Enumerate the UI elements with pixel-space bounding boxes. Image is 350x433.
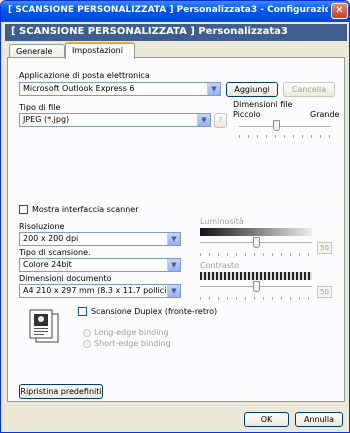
duplex-document-icon xyxy=(27,308,63,344)
file-type-label: Tipo di file xyxy=(19,103,61,112)
long-edge-radio[interactable] xyxy=(83,329,91,337)
file-size-track[interactable] xyxy=(239,126,331,128)
duplex-checkbox[interactable] xyxy=(78,307,87,316)
file-type-options-icon[interactable]: ? xyxy=(214,113,227,128)
show-scanner-interface-label: Mostra interfaccia scanner xyxy=(32,205,139,214)
scan-type-select[interactable]: Colore 24bit ▼ xyxy=(19,258,181,272)
short-edge-radio[interactable] xyxy=(83,340,91,348)
show-scanner-interface-checkbox[interactable] xyxy=(19,205,28,214)
file-type-value: JPEG (*.jpg) xyxy=(23,115,70,124)
add-button[interactable]: Aggiungi xyxy=(226,82,278,97)
document-size-value: A4 210 x 297 mm (8.3 x 11.7 pollici) xyxy=(23,286,170,295)
chevron-down-icon[interactable]: ▼ xyxy=(167,285,180,297)
duplex-label: Scansione Duplex (fronte-retro) xyxy=(91,307,218,316)
file-size-max-label: Grande xyxy=(310,110,340,119)
delete-button[interactable]: Cancella xyxy=(283,82,335,97)
chevron-down-icon[interactable]: ▼ xyxy=(207,83,220,95)
restore-defaults-button[interactable]: Ripristina predefiniti xyxy=(19,384,103,399)
file-type-select[interactable]: JPEG (*.jpg) ▼ xyxy=(19,113,211,127)
settings-panel: Applicazione di posta elettronica Micros… xyxy=(7,57,345,402)
email-app-value: Microsoft Outlook Express 6 xyxy=(23,84,135,93)
chevron-down-icon[interactable]: ▼ xyxy=(167,233,180,245)
contrast-slider-thumb[interactable] xyxy=(253,281,260,292)
document-size-label: Dimensioni documento xyxy=(19,274,112,283)
email-app-select[interactable]: Microsoft Outlook Express 6 ▼ xyxy=(19,82,221,96)
contrast-pattern xyxy=(200,272,312,280)
email-app-label: Applicazione di posta elettronica xyxy=(19,71,150,80)
brightness-label: Luminosità xyxy=(200,217,244,226)
profile-banner: [ SCANSIONE PERSONALIZZATA ] Personalizz… xyxy=(5,24,347,41)
title-bar[interactable]: [ SCANSIONE PERSONALIZZATA ] Personalizz… xyxy=(1,1,349,22)
chevron-down-icon[interactable]: ▼ xyxy=(167,259,180,271)
scan-type-value: Colore 24bit xyxy=(23,260,72,269)
divider xyxy=(19,196,335,197)
dialog-window: [ SCANSIONE PERSONALIZZATA ] Personalizz… xyxy=(0,0,350,433)
resolution-label: Risoluzione xyxy=(19,222,65,231)
resolution-select[interactable]: 200 x 200 dpi ▼ xyxy=(19,232,181,246)
tab-impostazioni[interactable]: Impostazioni xyxy=(65,42,135,59)
cancel-button[interactable]: Annulla xyxy=(295,412,343,427)
file-size-min-label: Piccolo xyxy=(233,110,261,119)
long-edge-label: Long-edge binding xyxy=(94,328,169,337)
file-size-label: Dimensioni file xyxy=(233,100,293,109)
window-title: [ SCANSIONE PERSONALIZZATA ] Personalizz… xyxy=(8,5,328,15)
brightness-value[interactable]: 50 xyxy=(317,242,332,254)
scan-type-label: Tipo di scansione. xyxy=(19,248,91,257)
brightness-gradient xyxy=(200,228,312,236)
file-size-ticks xyxy=(239,135,333,138)
brightness-ticks xyxy=(200,253,314,256)
short-edge-label: Short-edge binding xyxy=(94,339,171,348)
contrast-label: Contrasto xyxy=(200,261,240,270)
brightness-slider-thumb[interactable] xyxy=(253,237,260,248)
ok-button[interactable]: OK xyxy=(244,412,289,427)
chevron-down-icon[interactable]: ▼ xyxy=(197,114,210,126)
file-size-slider-thumb[interactable] xyxy=(272,120,280,131)
document-size-select[interactable]: A4 210 x 297 mm (8.3 x 11.7 pollici) ▼ xyxy=(19,284,181,298)
resolution-value: 200 x 200 dpi xyxy=(23,234,79,243)
contrast-value[interactable]: 50 xyxy=(317,286,332,298)
contrast-ticks xyxy=(200,297,314,300)
close-icon[interactable]: ✕ xyxy=(331,3,348,19)
